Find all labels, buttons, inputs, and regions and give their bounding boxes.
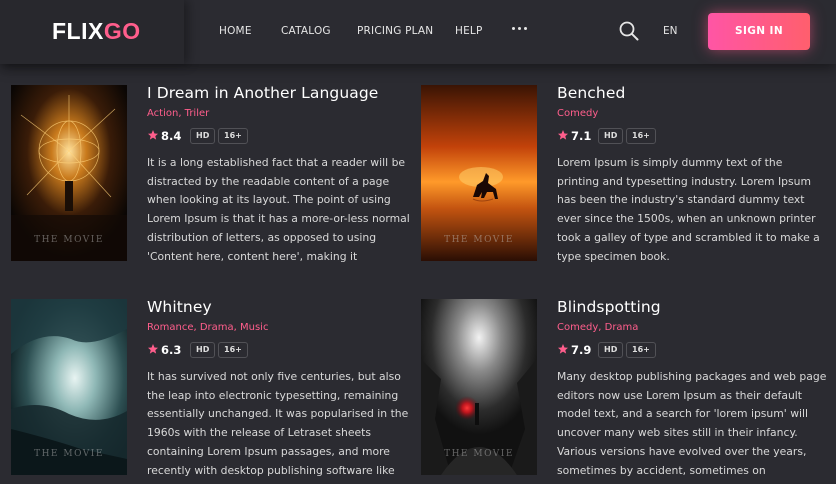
movie-rating: 6.3 [161,343,182,357]
nav-help[interactable]: HELP [455,25,483,37]
nav-pricing-plan[interactable]: PRICING PLAN [357,25,433,37]
movie-poster[interactable]: THE MOVIE [421,85,537,261]
hd-badge: HD [190,128,216,144]
movie-genres[interactable]: Action, Triler [147,108,417,119]
hd-badge: HD [598,128,624,144]
age-badge: 16+ [218,342,248,358]
movie-title[interactable]: I Dream in Another Language [147,84,417,102]
age-badge: 16+ [626,128,656,144]
poster-caption: THE MOVIE [34,449,104,459]
movie-meta: 8.4 HD 16+ [147,128,417,144]
ellipsis-icon[interactable] [512,24,528,32]
age-badge: 16+ [218,128,248,144]
hd-badge: HD [598,342,624,358]
movie-info: Whitney Romance, Drama, Music 6.3 HD 16+… [147,298,417,480]
movie-description: Many desktop publishing packages and web… [557,370,827,477]
movie-info: Blindspotting Comedy, Drama 7.9 HD 16+ M… [557,298,827,480]
movie-genres[interactable]: Comedy [557,108,827,119]
star-icon [148,344,158,354]
movie-poster[interactable]: THE MOVIE [421,299,537,475]
hd-badge: HD [190,342,216,358]
site-header: FLIXGO HOME CATALOG PRICING PLAN HELP EN… [0,0,836,64]
movie-meta: 7.1 HD 16+ [557,128,827,144]
sign-in-button[interactable]: SIGN IN [708,13,810,50]
star-icon [148,130,158,140]
logo-text: FLIX [52,18,104,44]
nav-catalog[interactable]: CATALOG [281,25,331,37]
movie-info: Benched Comedy 7.1 HD 16+ Lorem Ipsum is… [557,84,827,266]
search-icon[interactable] [618,20,640,42]
poster-caption: THE MOVIE [34,235,104,245]
logo-container: FLIXGO [0,0,184,64]
nav-home[interactable]: HOME [219,25,252,37]
movie-genres[interactable]: Romance, Drama, Music [147,322,417,333]
movie-rating: 7.1 [571,129,592,143]
movie-description: Lorem Ipsum is simply dummy text of the … [557,156,820,263]
star-icon [558,130,568,140]
star-icon [558,344,568,354]
site-logo[interactable]: FLIXGO [52,18,141,45]
movie-title[interactable]: Whitney [147,298,417,316]
movie-title[interactable]: Benched [557,84,827,102]
movie-meta: 7.9 HD 16+ [557,342,827,358]
movie-poster[interactable]: THE MOVIE [11,85,127,261]
logo-accent-text: GO [103,18,141,44]
movie-poster[interactable]: THE MOVIE [11,299,127,475]
movie-info: I Dream in Another Language Action, Tril… [147,84,417,266]
poster-caption: THE MOVIE [444,449,514,459]
language-selector[interactable]: EN [663,25,678,37]
movie-rating: 7.9 [571,343,592,357]
movie-title[interactable]: Blindspotting [557,298,827,316]
movie-description: It has survived not only five centuries,… [147,370,409,477]
age-badge: 16+ [626,342,656,358]
movie-meta: 6.3 HD 16+ [147,342,417,358]
movie-rating: 8.4 [161,129,182,143]
movie-description: It is a long established fact that a rea… [147,156,410,263]
poster-caption: THE MOVIE [444,235,514,245]
movie-genres[interactable]: Comedy, Drama [557,322,827,333]
